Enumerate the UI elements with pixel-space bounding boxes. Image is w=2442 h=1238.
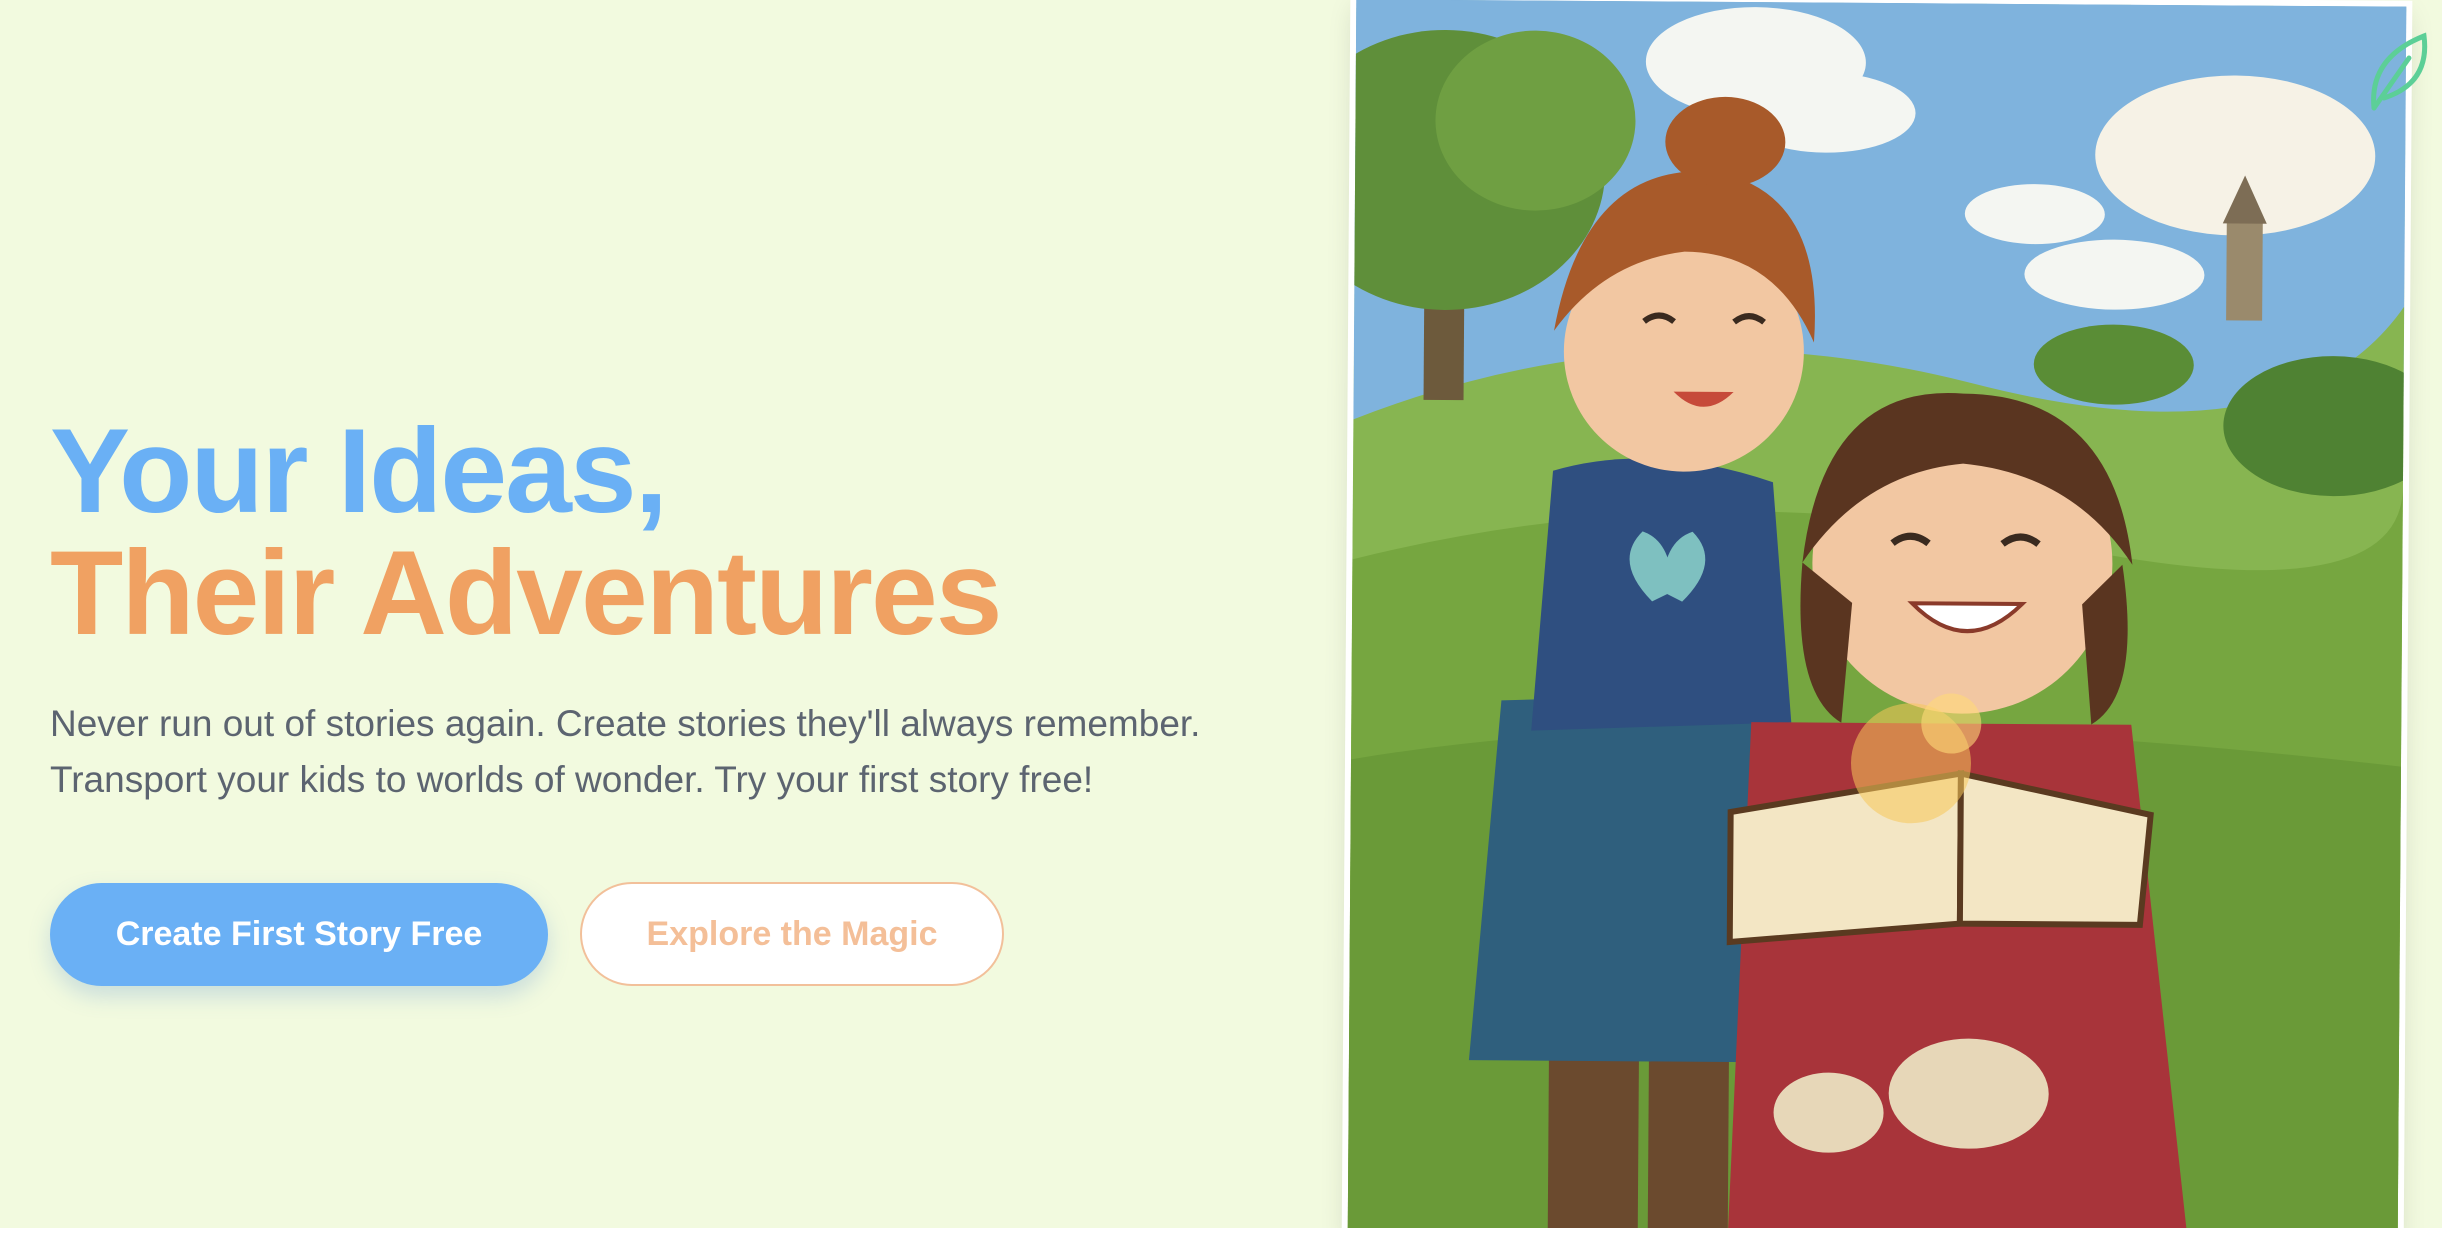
hero-illustration	[1347, 0, 2407, 1238]
headline-line-adventures: Their Adventures	[50, 526, 1002, 660]
leaf-icon	[2371, 32, 2428, 111]
cta-row: Create First Story Free Explore the Magi…	[50, 882, 1250, 986]
landing-page: Your Ideas, Their Adventures Never run o…	[0, 0, 2442, 1238]
create-first-story-button[interactable]: Create First Story Free	[50, 882, 548, 986]
hero-text-section: Your Ideas, Their Adventures Never run o…	[50, 410, 1250, 986]
headline-line-ideas: Your Ideas,	[50, 404, 668, 538]
explore-magic-button[interactable]: Explore the Magic	[580, 882, 1004, 986]
illustration-image	[1347, 0, 2407, 1238]
hero-subtitle: Never run out of stories again. Create s…	[50, 703, 1201, 800]
hero-headline: Your Ideas, Their Adventures	[50, 410, 1250, 654]
